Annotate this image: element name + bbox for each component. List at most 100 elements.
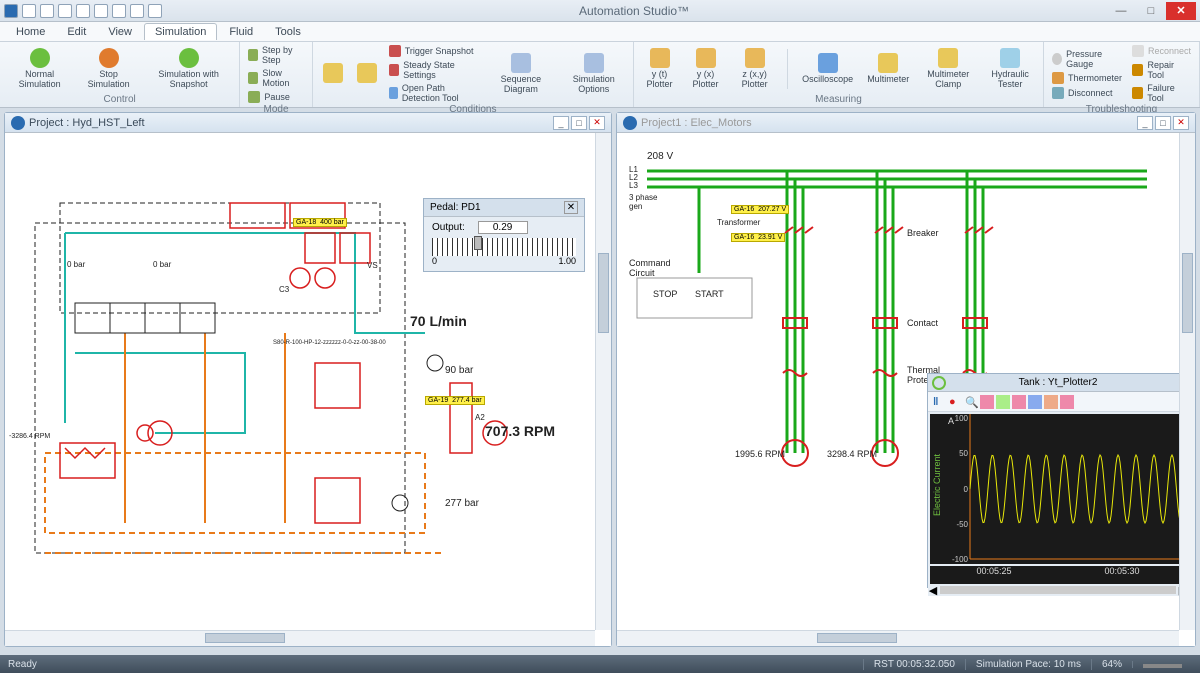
simulation-snapshot-button[interactable]: Simulation with Snapshot [144, 46, 233, 92]
panel2-max-button[interactable]: □ [1155, 116, 1171, 130]
gen-label: 3 phase gen [629, 193, 657, 211]
plotter-tool3-icon[interactable] [1012, 395, 1026, 409]
open-path-button[interactable]: Open Path Detection Tool [387, 82, 481, 104]
qat-open-icon[interactable] [40, 4, 54, 18]
steady-state-button[interactable]: Steady State Settings [387, 59, 481, 81]
tab-tools[interactable]: Tools [265, 24, 311, 40]
snapshot-stack2-icon[interactable] [353, 61, 381, 87]
app-icon[interactable] [4, 4, 18, 18]
panel-close-button[interactable]: ✕ [589, 116, 605, 130]
normal-simulation-button[interactable]: Normal Simulation [6, 46, 73, 92]
project-icon [623, 116, 637, 130]
plotter-tool5-icon[interactable] [1044, 395, 1058, 409]
pedal-close-icon[interactable]: ✕ [564, 201, 578, 214]
plotter-tool1-icon[interactable] [980, 395, 994, 409]
thermometer-button[interactable]: Thermometer [1050, 71, 1124, 85]
multimeter-button[interactable]: Multimeter [863, 51, 913, 87]
reconnect-button[interactable]: Reconnect [1130, 44, 1193, 58]
plotter-panel[interactable]: Tank : Yt_Plotter2 ? ‖ ● 🔍 Electric Curr… [927, 373, 1189, 588]
panel2-min-button[interactable]: _ [1137, 116, 1153, 130]
yt-plotter-button[interactable]: y (t) Plotter [640, 46, 679, 92]
plotter-power-icon[interactable] [932, 376, 946, 390]
plot-svg [930, 414, 1190, 564]
sequence-diagram-button[interactable]: Sequence Diagram [487, 51, 554, 97]
tag-ga19: GA-19 277.4 bar [425, 396, 485, 405]
pressure-gauge-button[interactable]: Pressure Gauge [1050, 48, 1124, 70]
workspace: Project : Hyd_HST_Left _□✕ [0, 108, 1200, 651]
tab-simulation[interactable]: Simulation [144, 23, 217, 40]
panel-electrical-titlebar[interactable]: Project1 : Elec_Motors _□✕ [617, 113, 1195, 133]
repair-tool-button[interactable]: Repair Tool [1130, 59, 1193, 81]
pedal-slider[interactable] [432, 238, 576, 256]
qat-undo-icon[interactable] [58, 4, 72, 18]
minimize-button[interactable]: — [1106, 2, 1136, 20]
qat-redo-icon[interactable] [76, 4, 90, 18]
qat-save-icon[interactable] [22, 4, 36, 18]
tab-fluid[interactable]: Fluid [219, 24, 263, 40]
tab-home[interactable]: Home [6, 24, 55, 40]
pedal-panel[interactable]: Pedal: PD1✕ Output: 01.00 [423, 198, 585, 272]
close-button[interactable]: ✕ [1166, 2, 1196, 20]
plotter-tool4-icon[interactable] [1028, 395, 1042, 409]
stop-simulation-button[interactable]: Stop Simulation [79, 46, 138, 92]
failure-tool-button[interactable]: Failure Tool [1130, 82, 1193, 104]
simulation-options-button[interactable]: Simulation Options [561, 51, 627, 97]
status-ready: Ready [8, 659, 37, 670]
scrollbar-v-right[interactable] [1179, 133, 1195, 630]
qat-left-icon[interactable] [94, 4, 108, 18]
zxy-plotter-button[interactable]: z (x,y) Plotter [732, 46, 778, 92]
multimeter-clamp-button[interactable]: Multimeter Clamp [919, 46, 977, 92]
group-label-measuring: Measuring [640, 94, 1037, 105]
plotter-hscroll[interactable]: ◀▶ [928, 584, 1188, 596]
snapshot-stack-icon[interactable] [319, 61, 347, 87]
plotter-tool2-icon[interactable] [996, 395, 1010, 409]
electrical-canvas[interactable]: 208 V L1 L2 L3 3 phase gen Transformer B… [617, 133, 1195, 646]
plotter-toolbar: ‖ ● 🔍 [928, 392, 1188, 412]
app-title: Automation Studio™ [162, 4, 1106, 18]
marker-c3: C3 [279, 285, 289, 294]
panel-electrical: Project1 : Elec_Motors _□✕ [616, 112, 1196, 647]
bar1-readout: 90 bar [445, 365, 473, 376]
tab-edit[interactable]: Edit [57, 24, 96, 40]
plot-area[interactable]: Electric Current A 100 50 0 -50 -100 [930, 414, 1186, 564]
panel-max-button[interactable]: □ [571, 116, 587, 130]
tab-view[interactable]: View [98, 24, 142, 40]
scrollbar-h-left[interactable] [5, 630, 595, 646]
part-number: S80-R-100-HP-12-zzzzzz-0-0-zz-00-38-00 [273, 340, 386, 346]
plotter-zoom-icon[interactable]: 🔍 [964, 395, 978, 409]
tag-ga16a: GA-16 207.27 V [731, 205, 789, 214]
panel-hydraulic-title: Project : Hyd_HST_Left [29, 117, 553, 129]
pedal-output-input[interactable] [478, 221, 528, 234]
plotter-pause-icon[interactable]: ‖ [932, 395, 946, 409]
bar-zero-a: 0 bar [67, 260, 85, 269]
status-pct: 64% [1091, 659, 1132, 670]
status-zoom-slider[interactable] [1132, 661, 1192, 668]
disconnect-button[interactable]: Disconnect [1050, 86, 1124, 100]
panel2-close-button[interactable]: ✕ [1173, 116, 1189, 130]
qat-up-icon[interactable] [130, 4, 144, 18]
pedal-output-label: Output: [432, 222, 465, 233]
maximize-button[interactable]: □ [1136, 2, 1166, 20]
ribbon-group-measuring: y (t) Plotter y (x) Plotter z (x,y) Plot… [634, 42, 1044, 107]
step-by-step-button[interactable]: Step by Step [246, 44, 305, 66]
trigger-snapshot-button[interactable]: Trigger Snapshot [387, 44, 481, 58]
plotter-record-icon[interactable]: ● [948, 395, 962, 409]
scrollbar-v-left[interactable] [595, 133, 611, 630]
hydraulic-canvas[interactable]: 70 L/min 90 bar 707.3 RPM 277 bar -3286.… [5, 133, 611, 646]
plotter-tool6-icon[interactable] [1060, 395, 1074, 409]
group-label-control: Control [6, 94, 233, 105]
oscilloscope-button[interactable]: Oscilloscope [798, 51, 857, 87]
contact-label: Contact [907, 318, 938, 328]
pedal-max: 1.00 [558, 256, 576, 266]
panel-hydraulic-titlebar[interactable]: Project : Hyd_HST_Left _□✕ [5, 113, 611, 133]
yx-plotter-button[interactable]: y (x) Plotter [685, 46, 726, 92]
plot-xticks: 00:05:25 00:05:30 [930, 566, 1186, 584]
scrollbar-h-right[interactable] [617, 630, 1179, 646]
qat-right-icon[interactable] [112, 4, 126, 18]
panel-min-button[interactable]: _ [553, 116, 569, 130]
hydraulic-tester-button[interactable]: Hydraulic Tester [983, 46, 1037, 92]
slow-motion-button[interactable]: Slow Motion [246, 67, 305, 89]
ribbon-group-control: Normal Simulation Stop Simulation Simula… [0, 42, 240, 107]
qat-down-icon[interactable] [148, 4, 162, 18]
pause-button[interactable]: Pause [246, 90, 305, 104]
